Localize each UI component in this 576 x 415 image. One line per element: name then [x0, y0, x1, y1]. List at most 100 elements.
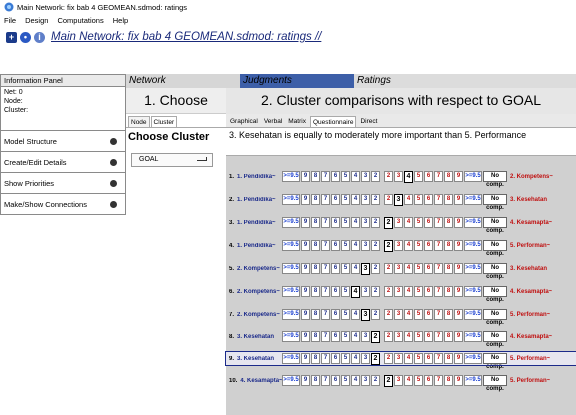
scale-left-9-button[interactable]: 9: [301, 263, 310, 274]
scale-right-9-button[interactable]: 9: [454, 286, 463, 297]
scale-right-3-button[interactable]: 3: [394, 217, 403, 228]
scale-extreme-left-button[interactable]: >=9.5: [282, 240, 300, 251]
expand-dot-icon[interactable]: [110, 137, 117, 145]
scale-left-2-button[interactable]: 2: [371, 309, 380, 320]
tab-direct[interactable]: Direct: [358, 116, 379, 127]
no-comparison-button[interactable]: No comp.: [483, 217, 507, 234]
scale-right-4-button[interactable]: 4: [404, 375, 413, 386]
no-comparison-button[interactable]: No comp.: [483, 240, 507, 257]
scale-right-2-button[interactable]: 2: [384, 194, 393, 205]
scale-right-2-button[interactable]: 2: [384, 239, 393, 252]
tab-graphical[interactable]: Graphical: [228, 116, 260, 127]
scale-left-9-button[interactable]: 9: [301, 194, 310, 205]
scale-right-3-button[interactable]: 3: [394, 331, 403, 342]
scale-right-6-button[interactable]: 6: [424, 309, 433, 320]
scale-right-7-button[interactable]: 7: [434, 331, 443, 342]
scale-right-6-button[interactable]: 6: [424, 286, 433, 297]
scale-right-8-button[interactable]: 8: [444, 240, 453, 251]
scale-extreme-right-button[interactable]: >=9.5: [464, 309, 482, 320]
scale-extreme-left-button[interactable]: >=9.5: [282, 171, 300, 182]
scale-extreme-right-button[interactable]: >=9.5: [464, 263, 482, 274]
scale-extreme-right-button[interactable]: >=9.5: [464, 331, 482, 342]
scale-left-4-button[interactable]: 4: [351, 263, 360, 274]
scale-left-2-button[interactable]: 2: [371, 286, 380, 297]
scale-left-9-button[interactable]: 9: [301, 309, 310, 320]
scale-left-3-button[interactable]: 3: [361, 194, 370, 205]
scale-right-5-button[interactable]: 5: [414, 217, 423, 228]
table-row[interactable]: 6. 2. Kompetens~ >=9.5 9 8 7 6 5 4 3 2 2 3 4 5 6 7 8 9 >=9.…: [226, 285, 576, 303]
scale-left-6-button[interactable]: 6: [331, 353, 340, 364]
no-comparison-button[interactable]: No comp.: [483, 171, 507, 188]
scale-right-8-button[interactable]: 8: [444, 263, 453, 274]
scale-right-9-button[interactable]: 9: [454, 194, 463, 205]
scale-right-5-button[interactable]: 5: [414, 171, 423, 182]
scale-left-7-button[interactable]: 7: [321, 309, 330, 320]
scale-right-9-button[interactable]: 9: [454, 217, 463, 228]
scale-right-5-button[interactable]: 5: [414, 286, 423, 297]
scale-left-5-button[interactable]: 5: [341, 263, 350, 274]
scale-left-8-button[interactable]: 8: [311, 240, 320, 251]
table-row[interactable]: 5. 2. Kompetens~ >=9.5 9 8 7 6 5 4 3 2 2 3 4 5 6 7 8 9 >=9.…: [226, 262, 576, 280]
scale-right-4-button[interactable]: 4: [404, 286, 413, 297]
table-row[interactable]: 10. 4. Kesamapta~ >=9.5 9 8 7 6 5 4 3 2 2 3 4 5 6 7 8 9 >=9…: [226, 374, 576, 392]
scale-extreme-right-button[interactable]: >=9.5: [464, 171, 482, 182]
scale-extreme-left-button[interactable]: >=9.5: [282, 331, 300, 342]
scale-left-3-button[interactable]: 3: [361, 375, 370, 386]
scale-right-5-button[interactable]: 5: [414, 309, 423, 320]
scale-right-4-button[interactable]: 4: [404, 263, 413, 274]
tab-ratings[interactable]: Ratings: [354, 74, 576, 88]
scale-left-3-button[interactable]: 3: [361, 240, 370, 251]
scale-left-8-button[interactable]: 8: [311, 353, 320, 364]
scale-left-6-button[interactable]: 6: [331, 331, 340, 342]
scale-right-6-button[interactable]: 6: [424, 263, 433, 274]
scale-left-5-button[interactable]: 5: [341, 353, 350, 364]
scale-extreme-right-button[interactable]: >=9.5: [464, 194, 482, 205]
table-row[interactable]: 1. 1. Pendidika~ >=9.5 9 8 7 6 5 4 3 2 2 3 4 5 6 7 8 9 >=9.…: [226, 170, 576, 188]
scale-left-4-button[interactable]: 4: [351, 194, 360, 205]
scale-left-7-button[interactable]: 7: [321, 263, 330, 274]
scale-left-9-button[interactable]: 9: [301, 331, 310, 342]
scale-right-5-button[interactable]: 5: [414, 331, 423, 342]
scale-left-5-button[interactable]: 5: [341, 309, 350, 320]
scale-left-7-button[interactable]: 7: [321, 217, 330, 228]
panel-item-show-priorities[interactable]: Show Priorities: [0, 173, 126, 194]
scale-right-2-button[interactable]: 2: [384, 263, 393, 274]
menu-computations[interactable]: Computations: [57, 16, 103, 25]
scale-left-5-button[interactable]: 5: [341, 331, 350, 342]
scale-right-2-button[interactable]: 2: [384, 286, 393, 297]
scale-left-8-button[interactable]: 8: [311, 375, 320, 386]
scale-left-8-button[interactable]: 8: [311, 263, 320, 274]
scale-left-9-button[interactable]: 9: [301, 375, 310, 386]
subtab-node[interactable]: Node: [128, 116, 150, 127]
scale-right-3-button[interactable]: 3: [394, 375, 403, 386]
menu-help[interactable]: Help: [113, 16, 128, 25]
scale-left-3-button[interactable]: 3: [361, 331, 370, 342]
scale-left-9-button[interactable]: 9: [301, 217, 310, 228]
scale-extreme-left-button[interactable]: >=9.5: [282, 217, 300, 228]
scale-left-5-button[interactable]: 5: [341, 194, 350, 205]
scale-extreme-right-button[interactable]: >=9.5: [464, 286, 482, 297]
scale-right-7-button[interactable]: 7: [434, 375, 443, 386]
scale-right-6-button[interactable]: 6: [424, 375, 433, 386]
scale-left-6-button[interactable]: 6: [331, 375, 340, 386]
scale-left-5-button[interactable]: 5: [341, 286, 350, 297]
scale-left-9-button[interactable]: 9: [301, 286, 310, 297]
scale-right-4-button[interactable]: 4: [404, 309, 413, 320]
scale-left-7-button[interactable]: 7: [321, 171, 330, 182]
no-comparison-button[interactable]: No comp.: [483, 331, 507, 348]
tab-matrix[interactable]: Matrix: [286, 116, 308, 127]
scale-left-5-button[interactable]: 5: [341, 375, 350, 386]
scale-right-7-button[interactable]: 7: [434, 286, 443, 297]
scale-right-7-button[interactable]: 7: [434, 353, 443, 364]
panel-item-make-show-connections[interactable]: Make/Show Connections: [0, 194, 126, 215]
scale-right-6-button[interactable]: 6: [424, 217, 433, 228]
table-row[interactable]: 7. 2. Kompetens~ >=9.5 9 8 7 6 5 4 3 2 2 3 4 5 6 7 8 9 >=9.…: [226, 308, 576, 326]
scale-right-9-button[interactable]: 9: [454, 353, 463, 364]
scale-right-7-button[interactable]: 7: [434, 263, 443, 274]
scale-left-3-button[interactable]: 3: [361, 286, 370, 297]
scale-right-7-button[interactable]: 7: [434, 171, 443, 182]
scale-left-4-button[interactable]: 4: [351, 353, 360, 364]
scale-right-9-button[interactable]: 9: [454, 263, 463, 274]
scale-right-5-button[interactable]: 5: [414, 240, 423, 251]
menu-design[interactable]: Design: [25, 16, 48, 25]
